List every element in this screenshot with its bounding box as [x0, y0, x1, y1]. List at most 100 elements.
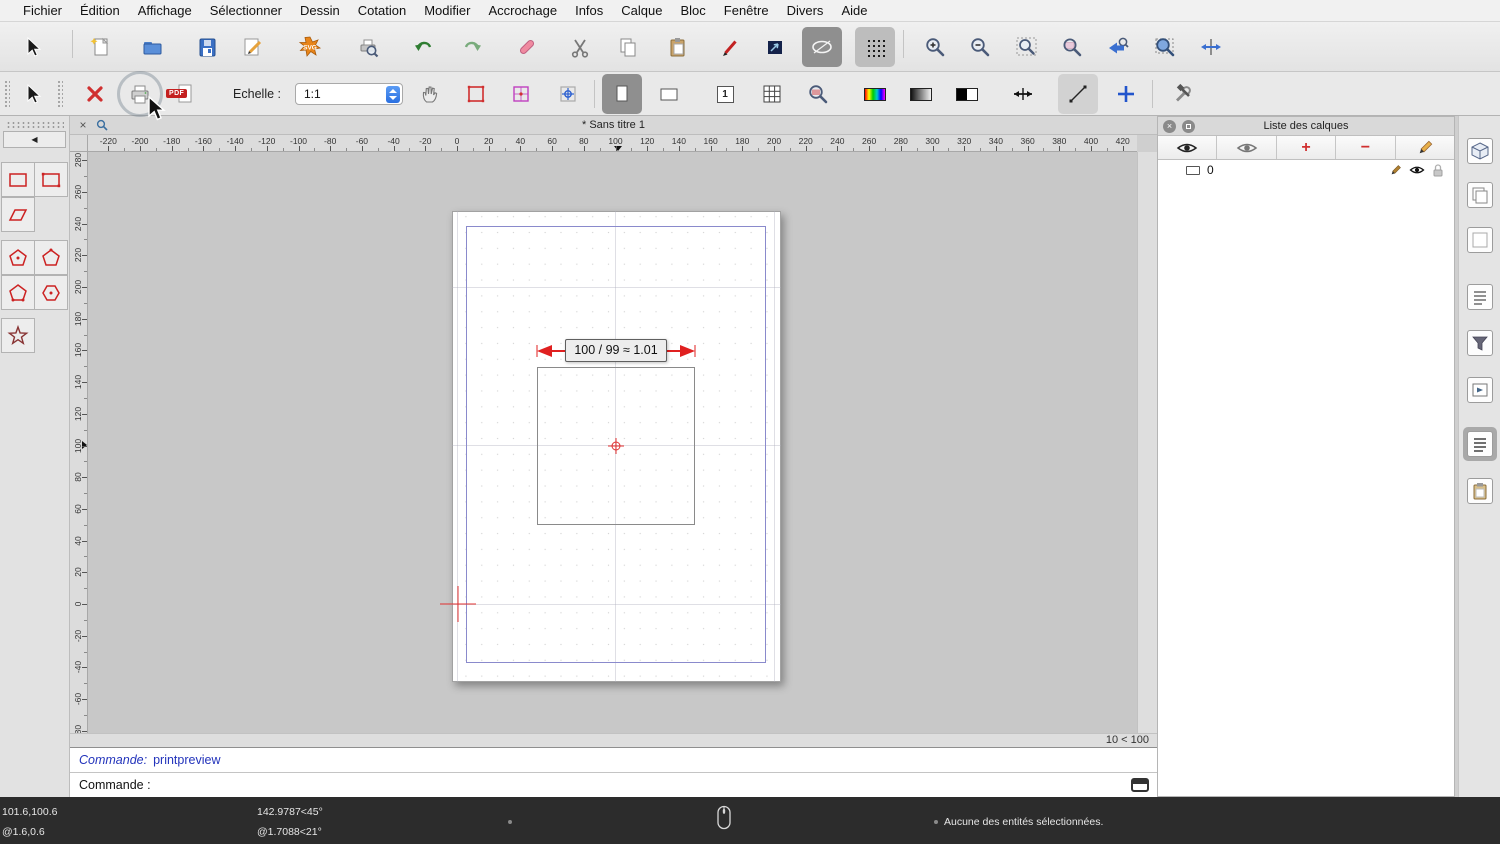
menu-item[interactable]: Infos [566, 3, 612, 18]
redo-button[interactable] [452, 27, 492, 67]
center-page-button[interactable] [548, 74, 588, 114]
paper-border-button[interactable] [456, 74, 496, 114]
ellipse-tool-button[interactable] [802, 27, 842, 67]
minus-icon: − [1361, 140, 1370, 156]
save-button[interactable] [187, 27, 227, 67]
menu-item[interactable]: Cotation [349, 3, 415, 18]
menu-item[interactable]: Dessin [291, 3, 349, 18]
zoom-out-button[interactable] [960, 27, 1000, 67]
panel-detach-icon[interactable] [1182, 120, 1195, 133]
edit-layer-button[interactable] [1396, 136, 1454, 159]
tool-star-button[interactable] [1, 318, 35, 353]
copy-icon [616, 35, 640, 59]
dock-layer-list-button[interactable] [1463, 427, 1497, 461]
blackwhite-mode-button[interactable] [947, 74, 987, 114]
panel-close-icon[interactable]: × [1163, 120, 1176, 133]
menu-item[interactable]: Bloc [671, 3, 714, 18]
add-layer-button[interactable]: + [1277, 136, 1336, 159]
menu-item[interactable]: Calque [612, 3, 671, 18]
toolbar-drag-handle[interactable] [57, 80, 63, 108]
menu-item[interactable]: Accrochage [479, 3, 566, 18]
keyboard-toggle-icon[interactable] [1131, 778, 1149, 792]
menu-item[interactable]: Aide [832, 3, 876, 18]
open-document-button[interactable] [132, 27, 172, 67]
zoom-page-button[interactable] [798, 74, 838, 114]
remove-layer-button[interactable]: − [1336, 136, 1395, 159]
close-print-preview-button[interactable] [75, 74, 115, 114]
menu-item[interactable]: Fichier [14, 3, 71, 18]
tool-parallelogram-button[interactable] [1, 197, 35, 232]
drawing-canvas[interactable]: 100 / 99 ≈ 1.01 [88, 152, 1137, 733]
pan-hand-button[interactable] [410, 74, 450, 114]
pdf-export-button[interactable]: PDF [165, 74, 205, 114]
dock-blank-panel-button[interactable] [1466, 226, 1494, 254]
tool-polygon-center-button[interactable] [1, 240, 35, 275]
hide-all-layers-button[interactable] [1217, 136, 1276, 159]
layer-lock-icon[interactable] [1432, 163, 1444, 177]
toolbar-drag-handle[interactable] [4, 80, 10, 108]
select-pointer-button[interactable] [13, 27, 53, 67]
multi-page-button[interactable] [752, 74, 792, 114]
star-icon [7, 325, 29, 347]
scale-select[interactable]: 1:1 [295, 83, 403, 105]
color-mode-button[interactable] [855, 74, 895, 114]
menu-item[interactable]: Affichage [129, 3, 201, 18]
vertical-scrollbar[interactable] [1137, 152, 1157, 733]
tool-polygon-vertex-button[interactable] [34, 240, 68, 275]
zoom-back-button[interactable] [1098, 27, 1138, 67]
paste-button[interactable] [658, 27, 698, 67]
fit-width-button[interactable] [1003, 74, 1043, 114]
zoom-auto-button[interactable] [1007, 27, 1047, 67]
tool-polygon-2vertex-button[interactable] [1, 275, 35, 310]
layer-edit-icon[interactable] [1389, 164, 1402, 177]
line-tool-button[interactable] [1058, 74, 1098, 114]
layer-visibility-icon[interactable] [1409, 164, 1425, 176]
copy-button[interactable] [608, 27, 648, 67]
layer-row[interactable]: 0 [1158, 160, 1454, 180]
pen-attributes-button[interactable] [710, 27, 750, 67]
delete-entities-button[interactable] [507, 27, 547, 67]
new-document-button[interactable] [80, 27, 120, 67]
zoom-in-button[interactable] [915, 27, 955, 67]
dock-clipboard-button[interactable] [1466, 477, 1494, 505]
grayscale-mode-button[interactable] [901, 74, 941, 114]
menu-item[interactable]: Divers [778, 3, 833, 18]
menu-item[interactable]: Sélectionner [201, 3, 291, 18]
zoom-pan-button[interactable] [1191, 27, 1231, 67]
toolbox-drag-handle[interactable] [6, 121, 64, 128]
zoom-previous-button[interactable] [1052, 27, 1092, 67]
settings-tools-button[interactable] [1163, 74, 1203, 114]
single-page-button[interactable]: 1 [705, 74, 745, 114]
layer-construction-icon[interactable] [1186, 166, 1200, 175]
toolbox-collapse-button[interactable]: ◀ [3, 131, 66, 148]
menu-item[interactable]: Modifier [415, 3, 479, 18]
ruler-tick [140, 146, 141, 151]
undo-button[interactable] [404, 27, 444, 67]
dock-library-button[interactable] [1466, 283, 1494, 311]
svg-export-button[interactable]: SVG [290, 27, 330, 67]
ruler-tick [203, 146, 204, 151]
menu-item[interactable]: Édition [71, 3, 129, 18]
ruler-tick [885, 148, 886, 151]
print-preview-button[interactable] [348, 27, 388, 67]
cut-button[interactable] [560, 27, 600, 67]
grid-toggle-button[interactable] [855, 27, 895, 67]
edit-document-button[interactable] [232, 27, 272, 67]
menu-item[interactable]: Fenêtre [715, 3, 778, 18]
dock-filter-button[interactable] [1466, 329, 1494, 357]
tool-hexagon-button[interactable] [34, 275, 68, 310]
draw-order-button[interactable] [755, 27, 795, 67]
dock-command-button[interactable] [1466, 376, 1494, 404]
add-point-button[interactable] [1106, 74, 1146, 114]
command-input[interactable] [155, 778, 1157, 792]
zoom-window-button[interactable] [1145, 27, 1185, 67]
portrait-orientation-button[interactable] [602, 74, 642, 114]
tool-rectangle-2corner-button[interactable] [34, 162, 68, 197]
landscape-orientation-button[interactable] [649, 74, 689, 114]
dock-blocks-button[interactable] [1466, 181, 1494, 209]
dock-3d-view-button[interactable] [1466, 137, 1494, 165]
show-all-layers-button[interactable] [1158, 136, 1217, 159]
tool-rectangle-button[interactable] [1, 162, 35, 197]
margins-button[interactable] [501, 74, 541, 114]
pointer-button-2[interactable] [13, 74, 53, 114]
